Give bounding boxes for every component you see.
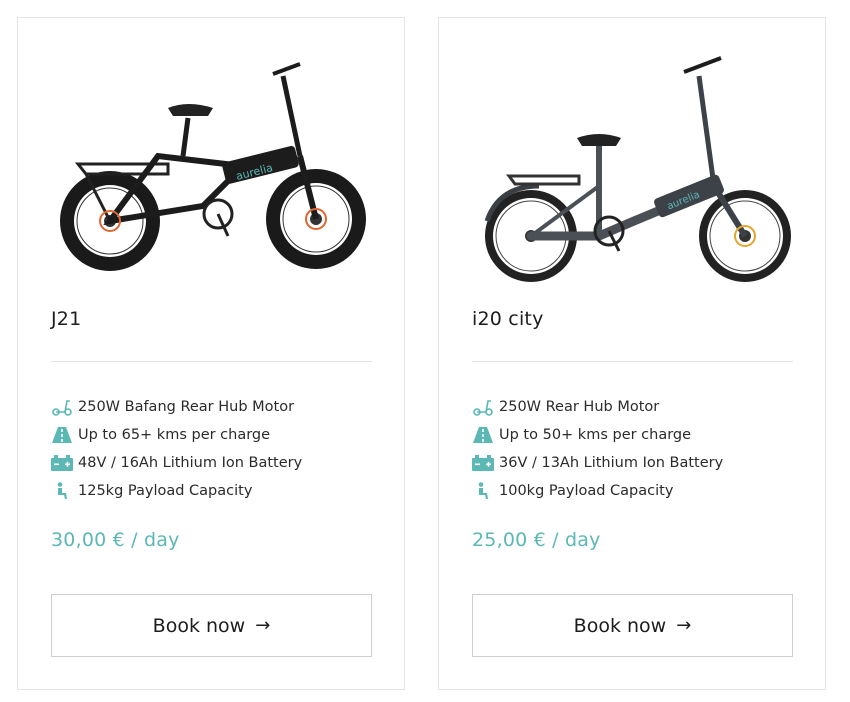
price: 25,00 € / day <box>472 529 601 551</box>
book-now-button[interactable]: Book now → <box>51 594 372 657</box>
feature-battery: 36V / 13Ah Lithium Ion Battery <box>472 449 723 477</box>
feature-text: 100kg Payload Capacity <box>499 483 674 499</box>
battery-icon <box>51 453 73 473</box>
divider <box>472 361 793 362</box>
arrow-right-icon: → <box>676 615 692 636</box>
feature-range: Up to 65+ kms per charge <box>51 421 302 449</box>
feature-range: Up to 50+ kms per charge <box>472 421 723 449</box>
feature-text: 48V / 16Ah Lithium Ion Battery <box>78 455 303 471</box>
city-folding-ebike-image: aurelia <box>484 56 791 282</box>
fat-tire-folding-ebike-image: aurelia <box>60 62 366 271</box>
arrow-right-icon: → <box>255 615 271 636</box>
feature-text: 36V / 13Ah Lithium Ion Battery <box>499 455 724 471</box>
product-title: J21 <box>51 308 82 330</box>
feature-text: 250W Bafang Rear Hub Motor <box>78 399 295 415</box>
feature-motor: 250W Rear Hub Motor <box>472 393 723 421</box>
product-card-j21: aurelia J21 250W Bafang Rear Hub Motor U… <box>17 17 405 690</box>
feature-payload: 125kg Payload Capacity <box>51 477 302 505</box>
feature-text: Up to 65+ kms per charge <box>78 427 271 443</box>
road-icon <box>472 425 494 445</box>
button-label: Book now <box>152 614 246 637</box>
price: 30,00 € / day <box>51 529 180 551</box>
feature-payload: 100kg Payload Capacity <box>472 477 723 505</box>
product-card-i20-city: aurelia i20 city 250W Rear Hub Motor Up … <box>438 17 826 690</box>
feature-list: 250W Rear Hub Motor Up to 50+ kms per ch… <box>472 393 723 505</box>
feature-text: 125kg Payload Capacity <box>78 483 253 499</box>
road-icon <box>51 425 73 445</box>
battery-icon <box>472 453 494 473</box>
feature-text: Up to 50+ kms per charge <box>499 427 692 443</box>
feature-battery: 48V / 16Ah Lithium Ion Battery <box>51 449 302 477</box>
button-label: Book now <box>573 614 667 637</box>
scooter-icon <box>51 397 73 417</box>
feature-motor: 250W Bafang Rear Hub Motor <box>51 393 302 421</box>
feature-list: 250W Bafang Rear Hub Motor Up to 65+ kms… <box>51 393 302 505</box>
feature-text: 250W Rear Hub Motor <box>499 399 660 415</box>
scooter-icon <box>472 397 494 417</box>
seated-person-icon <box>51 481 73 501</box>
product-title: i20 city <box>472 308 544 330</box>
divider <box>51 361 372 362</box>
seated-person-icon <box>472 481 494 501</box>
book-now-button[interactable]: Book now → <box>472 594 793 657</box>
